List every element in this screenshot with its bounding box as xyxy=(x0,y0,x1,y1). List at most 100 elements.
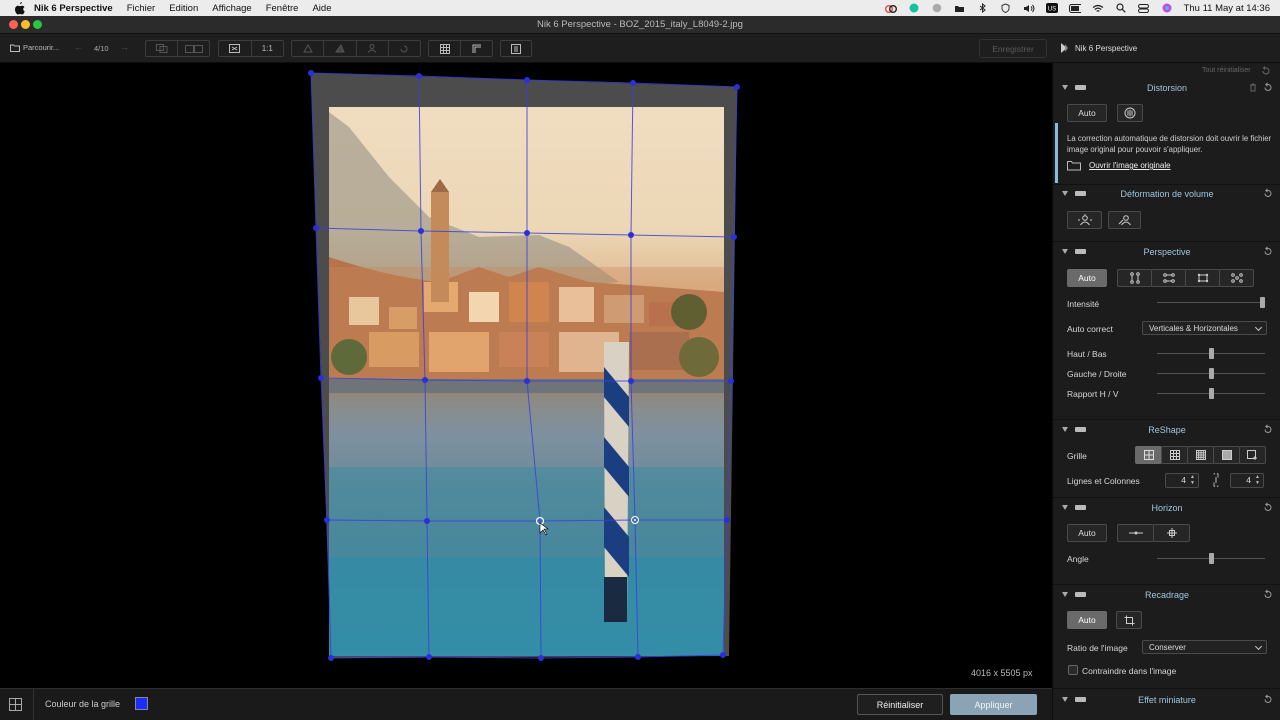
reset-icon[interactable] xyxy=(1263,694,1273,704)
grid-custom-button[interactable] xyxy=(1239,446,1266,464)
slider-knob[interactable] xyxy=(1209,388,1214,399)
grid-4x4-button[interactable] xyxy=(1187,446,1214,464)
section-title: Distorsion xyxy=(1146,83,1187,93)
rectangle-correction-button[interactable] xyxy=(1185,269,1220,287)
horizon-line-icon xyxy=(1128,531,1143,535)
grid-add-icon xyxy=(1247,449,1257,460)
grid-color-swatch[interactable] xyxy=(135,697,148,710)
nik-logo-icon xyxy=(1061,43,1068,53)
reset-all-link[interactable]: Tout réinitialiser xyxy=(1202,67,1251,74)
slider-knob[interactable] xyxy=(1209,348,1214,359)
volume-auto-person-button[interactable] xyxy=(1067,211,1102,229)
reset-icon[interactable] xyxy=(1263,502,1273,512)
reset-button[interactable]: Réinitialiser xyxy=(857,694,943,715)
cols-stepper[interactable]: 4 ▲ ▼ xyxy=(1230,473,1264,488)
stepper-arrows-icon[interactable]: ▲ ▼ xyxy=(1190,474,1195,486)
cols-value: 4 xyxy=(1246,475,1251,485)
image-dimensions: 4016 x 5505 px xyxy=(971,668,1033,678)
horizontal-points-icon xyxy=(1162,273,1175,283)
bottom-bar: Couleur de la grille Réinitialiser Appli… xyxy=(0,688,1052,720)
brand: Nik 6 Perspective xyxy=(1059,42,1137,54)
volume-manual-button[interactable] xyxy=(1108,211,1141,229)
vertical-correction-button[interactable] xyxy=(1117,269,1152,287)
slider-knob[interactable] xyxy=(1209,368,1214,379)
grid-3x3-icon xyxy=(1169,450,1180,460)
distortion-notice xyxy=(1055,123,1058,183)
grid-color-label: Couleur de la grille xyxy=(45,699,121,709)
search-icon[interactable] xyxy=(1115,3,1127,13)
auto-correct-label: Auto correct xyxy=(1067,324,1113,334)
square-icon xyxy=(1221,450,1232,460)
reset-icon[interactable] xyxy=(1263,424,1273,434)
layout-toggle-button[interactable] xyxy=(9,698,22,711)
chevron-down-icon xyxy=(1254,323,1263,332)
reset-icon[interactable] xyxy=(1263,589,1273,599)
angle-label: Angle xyxy=(1067,554,1089,564)
grid-3x3-button[interactable] xyxy=(1161,446,1188,464)
trash-icon[interactable] xyxy=(1249,83,1257,92)
clock[interactable]: Thu 11 May at 14:36 xyxy=(1184,3,1270,14)
section-perspective[interactable]: Perspective xyxy=(1053,243,1280,261)
section-miniature[interactable]: Effet miniature xyxy=(1053,691,1280,709)
link-chain-icon[interactable] xyxy=(1211,473,1221,487)
section-crop[interactable]: Recadrage xyxy=(1053,586,1280,604)
section-title: Perspective xyxy=(1143,247,1191,257)
apply-button[interactable]: Appliquer xyxy=(950,694,1037,715)
crosshair-icon xyxy=(1166,528,1177,538)
crop-ratio-value: Conserver xyxy=(1149,642,1186,652)
grid-2x2-icon xyxy=(1143,450,1154,460)
horizon-point-button[interactable] xyxy=(1153,524,1190,542)
person-edit-icon xyxy=(1118,215,1131,226)
crop-ratio-label: Ratio de l'image xyxy=(1067,643,1128,653)
constrain-label: Contraindre dans l'image xyxy=(1082,666,1177,676)
grid-solid-button[interactable] xyxy=(1213,446,1240,464)
stepper-arrows-icon[interactable]: ▲ ▼ xyxy=(1255,474,1260,486)
slider-knob[interactable] xyxy=(1209,553,1214,564)
crop-tool-button[interactable] xyxy=(1116,611,1142,629)
section-volume[interactable]: Déformation de volume xyxy=(1053,185,1280,203)
section-title: Déformation de volume xyxy=(1120,189,1214,199)
crop-ratio-select[interactable]: Conserver xyxy=(1142,640,1267,654)
reset-icon[interactable] xyxy=(1263,82,1273,92)
rows-cols-label: Lignes et Colonnes xyxy=(1067,476,1140,486)
brand-label: Nik 6 Perspective xyxy=(1075,43,1138,53)
grid-4x4-icon xyxy=(1195,450,1206,460)
wifi-icon[interactable] xyxy=(1092,3,1104,13)
angle-slider[interactable] xyxy=(1157,553,1265,564)
section-title: Horizon xyxy=(1151,503,1183,513)
lens-icon xyxy=(1124,107,1136,119)
reset-icon[interactable] xyxy=(1263,246,1273,256)
intensity-slider[interactable] xyxy=(1157,297,1265,308)
free-correction-button[interactable] xyxy=(1219,269,1254,287)
left-right-slider[interactable] xyxy=(1157,368,1265,379)
auto-correct-select[interactable]: Verticales & Horizontales xyxy=(1142,321,1267,335)
ratio-slider[interactable] xyxy=(1157,388,1265,399)
siri-icon[interactable] xyxy=(1161,3,1173,13)
open-original-link[interactable]: Ouvrir l'image originale xyxy=(1089,161,1171,170)
battery-icon[interactable] xyxy=(1068,3,1081,13)
reset-icon[interactable] xyxy=(1263,188,1273,198)
distortion-auto-button[interactable]: Auto xyxy=(1067,104,1107,122)
crop-auto-button[interactable]: Auto xyxy=(1067,611,1107,629)
horizon-line-button[interactable] xyxy=(1117,524,1154,542)
grid-2x2-button[interactable] xyxy=(1135,446,1162,464)
horizon-auto-button[interactable]: Auto xyxy=(1067,524,1107,542)
control-center-icon[interactable] xyxy=(1138,3,1150,13)
top-bottom-label: Haut / Bas xyxy=(1067,349,1107,359)
section-horizon[interactable]: Horizon xyxy=(1053,499,1280,517)
folder-icon xyxy=(1067,161,1081,171)
section-reshape[interactable]: ReShape xyxy=(1053,421,1280,439)
top-bottom-slider[interactable] xyxy=(1157,348,1265,359)
person-crosshair-icon xyxy=(1077,214,1092,226)
slider-knob[interactable] xyxy=(1260,297,1265,308)
rows-stepper[interactable]: 4 ▲ ▼ xyxy=(1165,473,1199,488)
section-distortion[interactable]: Distorsion xyxy=(1053,79,1280,97)
section-title: Effet miniature xyxy=(1138,695,1196,705)
reset-all-icon[interactable] xyxy=(1261,66,1270,75)
constrain-checkbox[interactable] xyxy=(1068,665,1078,675)
horizontal-correction-button[interactable] xyxy=(1151,269,1186,287)
perspective-grid-overlay[interactable] xyxy=(0,0,1052,720)
rectangle-points-icon xyxy=(1197,273,1208,283)
lens-profile-button[interactable] xyxy=(1117,104,1143,122)
perspective-auto-button[interactable]: Auto xyxy=(1067,269,1107,287)
